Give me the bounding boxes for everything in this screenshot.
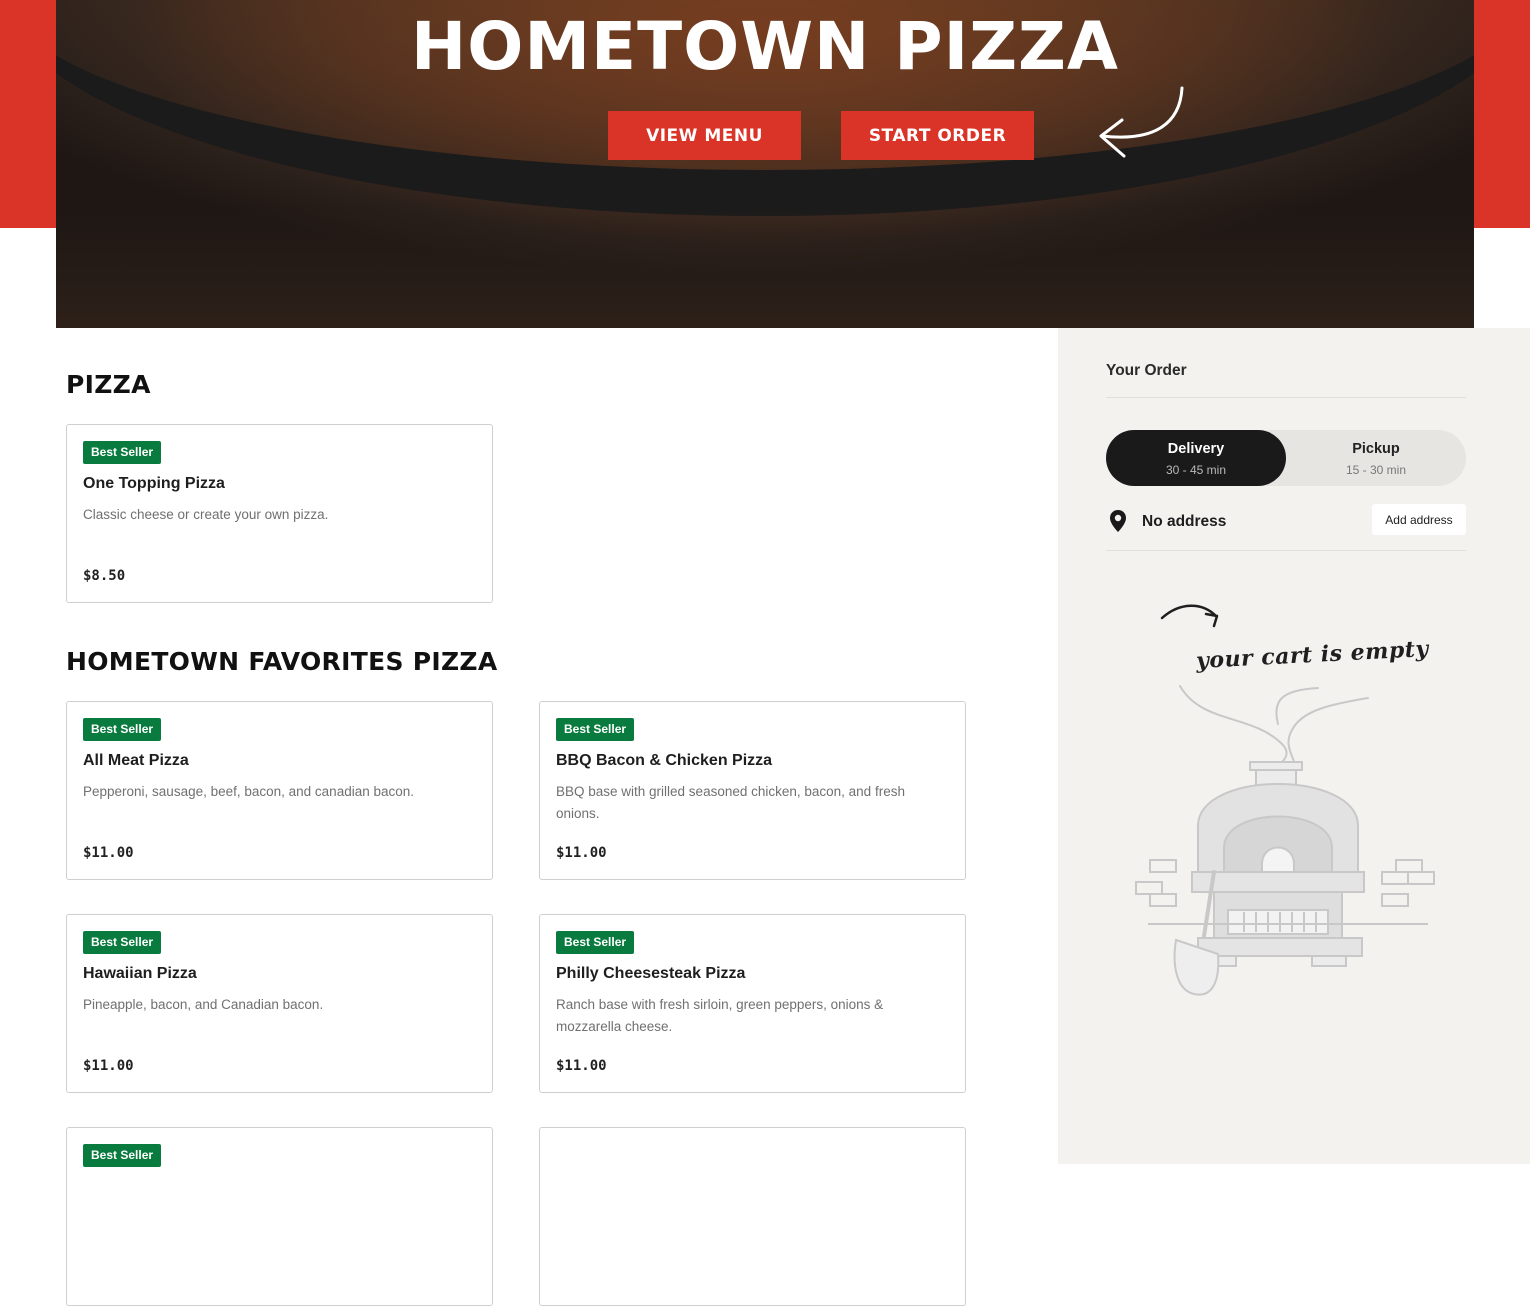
item-price: $11.00 xyxy=(83,845,134,861)
menu-item-card[interactable]: Best Seller BBQ Bacon & Chicken Pizza BB… xyxy=(539,701,966,880)
best-seller-badge: Best Seller xyxy=(83,718,162,741)
item-description: Pepperoni, sausage, beef, bacon, and can… xyxy=(83,784,415,799)
pickup-label: Pickup xyxy=(1352,441,1400,457)
menu-item-card[interactable]: Best Seller xyxy=(66,1127,493,1306)
item-description: Pineapple, bacon, and Canadian bacon. xyxy=(83,997,324,1012)
order-sidebar: Your Order Delivery 30 - 45 min Pickup 1… xyxy=(1058,328,1530,1164)
menu-item-card[interactable] xyxy=(539,1127,966,1306)
item-description: Classic cheese or create your own pizza. xyxy=(83,507,329,522)
fulfillment-toggle: Delivery 30 - 45 min Pickup 15 - 30 min xyxy=(1106,430,1466,486)
menu-item-card[interactable]: Best Seller One Topping Pizza Classic ch… xyxy=(66,424,493,603)
item-name: Hawaiian Pizza xyxy=(83,965,197,982)
curved-arrow-icon xyxy=(1099,86,1184,158)
item-price: $11.00 xyxy=(556,845,607,861)
menu-item-card[interactable]: Best Seller All Meat Pizza Pepperoni, sa… xyxy=(66,701,493,880)
view-menu-button[interactable]: VIEW MENU xyxy=(608,111,801,160)
best-seller-badge: Best Seller xyxy=(556,718,635,741)
address-text: No address xyxy=(1142,513,1227,530)
divider xyxy=(1106,550,1466,551)
menu-item-card[interactable]: Best Seller Philly Cheesesteak Pizza Ran… xyxy=(539,914,966,1093)
add-address-button[interactable]: Add address xyxy=(1372,504,1466,535)
hero-banner: HOMETOWN PIZZA VIEW MENU START ORDER xyxy=(56,0,1474,328)
item-description: Ranch base with fresh sirloin, green pep… xyxy=(556,997,884,1034)
item-name: One Topping Pizza xyxy=(83,475,225,492)
best-seller-badge: Best Seller xyxy=(556,931,635,954)
start-order-button[interactable]: START ORDER xyxy=(841,111,1034,160)
menu-item-card[interactable]: Best Seller Hawaiian Pizza Pineapple, ba… xyxy=(66,914,493,1093)
section-title-pizza: PIZZA xyxy=(66,370,151,399)
divider xyxy=(1106,397,1466,398)
delivery-time: 30 - 45 min xyxy=(1165,463,1227,477)
best-seller-badge: Best Seller xyxy=(83,931,162,954)
best-seller-badge: Best Seller xyxy=(83,441,162,464)
address-row: No address Add address xyxy=(1106,504,1466,540)
item-price: $11.00 xyxy=(556,1058,607,1074)
item-price: $8.50 xyxy=(83,568,126,584)
item-name: BBQ Bacon & Chicken Pizza xyxy=(556,752,773,769)
item-name: All Meat Pizza xyxy=(83,752,189,769)
item-description: BBQ base with grilled seasoned chicken, … xyxy=(556,784,905,821)
section-title-hometown-favorites: HOMETOWN FAVORITES PIZZA xyxy=(66,647,498,676)
delivery-option[interactable]: Delivery 30 - 45 min xyxy=(1106,430,1286,486)
location-pin-icon xyxy=(1110,510,1126,532)
pickup-option[interactable]: Pickup 15 - 30 min xyxy=(1286,430,1466,486)
order-title: Your Order xyxy=(1106,362,1187,379)
pickup-time: 15 - 30 min xyxy=(1345,463,1407,477)
hero-title: HOMETOWN PIZZA xyxy=(411,8,1119,85)
delivery-label: Delivery xyxy=(1167,441,1225,457)
item-price: $11.00 xyxy=(83,1058,134,1074)
item-name: Philly Cheesesteak Pizza xyxy=(556,965,746,982)
